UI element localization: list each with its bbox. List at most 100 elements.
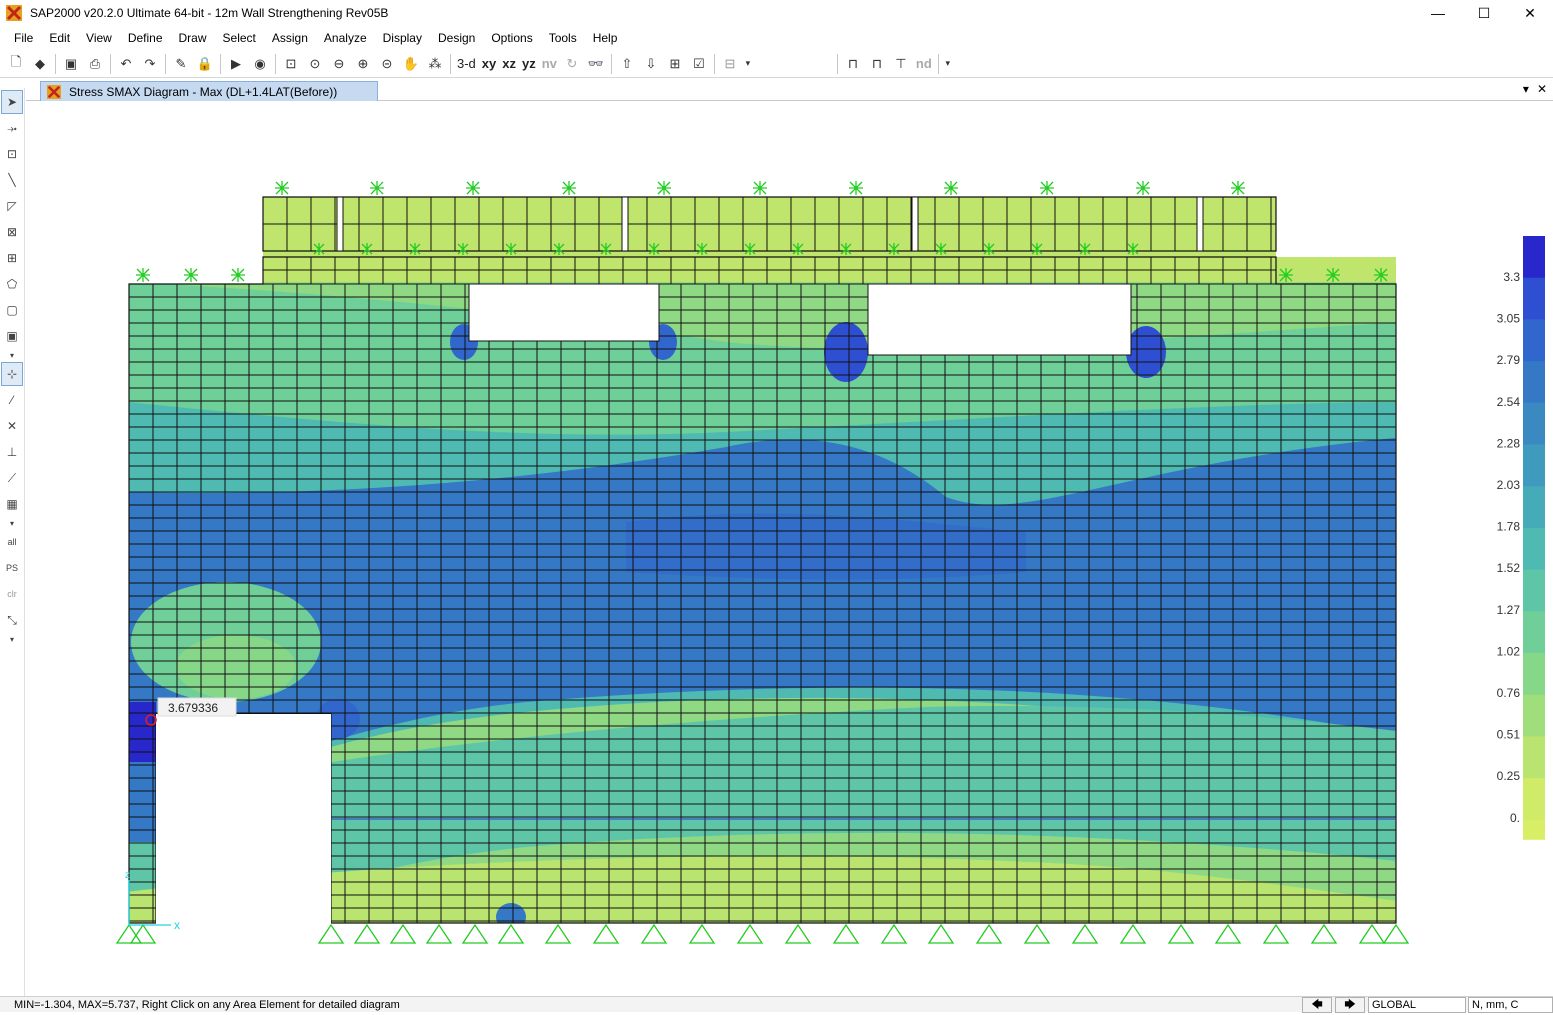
select-all-button[interactable]: all <box>1 530 23 554</box>
lock-icon[interactable]: 🔒 <box>193 52 217 76</box>
tab-close-icon[interactable]: ✕ <box>1537 82 1547 96</box>
snap-intersections-icon[interactable]: ✕ <box>1 414 23 438</box>
redo-icon[interactable]: ↷ <box>138 52 162 76</box>
legend-tick-label: 2.79 <box>1497 353 1521 367</box>
snap-grid-icon[interactable]: ▦ <box>1 492 23 516</box>
move-down-icon[interactable]: ⇩ <box>639 52 663 76</box>
window-title: SAP2000 v20.2.0 Ultimate 64-bit - 12m Wa… <box>30 6 389 20</box>
more-tools-arrow-icon[interactable]: ▾ <box>1 350 23 360</box>
undo-icon[interactable]: ↶ <box>114 52 138 76</box>
zoom-fit-icon[interactable]: ⊙ <box>303 52 327 76</box>
menu-define[interactable]: Define <box>120 27 171 49</box>
menu-help[interactable]: Help <box>585 27 626 49</box>
model-view-canvas[interactable]: 3.679336 x z 3.3 3.05 2.79 2.54 2.28 2.03 1.78… <box>26 102 1553 995</box>
snap-points-icon[interactable]: ⊹ <box>1 362 23 386</box>
dropdown-arrow-icon[interactable]: ▾ <box>742 52 754 76</box>
maximize-button[interactable]: ☐ <box>1461 0 1507 26</box>
rotate-icon[interactable]: ↻ <box>560 52 584 76</box>
draw-rect-area-icon[interactable]: ⊞ <box>1 246 23 270</box>
open-icon[interactable]: ◆ <box>28 52 52 76</box>
save-icon[interactable]: ▣ <box>59 52 83 76</box>
zoom-in-icon[interactable]: ⊕ <box>351 52 375 76</box>
previous-step-icon[interactable]: 🡄 <box>1302 997 1332 1013</box>
draw-poly-area-icon[interactable]: ⬠ <box>1 272 23 296</box>
more-select-arrow-icon[interactable]: ▾ <box>1 634 23 644</box>
run-analysis-icon[interactable]: ▶ <box>224 52 248 76</box>
menu-assign[interactable]: Assign <box>264 27 316 49</box>
perspective-icon[interactable]: 👓 <box>584 52 608 76</box>
legend-color-swatch <box>1523 736 1545 779</box>
walk-icon[interactable]: ⁂ <box>423 52 447 76</box>
previous-selection-button[interactable]: PS <box>1 556 23 580</box>
move-up-icon[interactable]: ⇧ <box>615 52 639 76</box>
menu-select[interactable]: Select <box>215 27 264 49</box>
pin-support-icon <box>640 923 668 944</box>
draw-joint-icon[interactable]: ⊡ <box>1 142 23 166</box>
zoom-previous-icon[interactable]: ⊖ <box>327 52 351 76</box>
spring-support-icon <box>231 268 245 282</box>
snap-extension-icon[interactable]: ⟋ <box>1 466 23 490</box>
spring-support-icon <box>370 181 384 195</box>
tab-dropdown-icon[interactable]: ▾ <box>1523 82 1529 96</box>
more-snaps-arrow-icon[interactable]: ▾ <box>1 518 23 528</box>
view-3d-button[interactable]: 3-d <box>454 52 479 76</box>
view-yz-button[interactable]: yz <box>519 52 539 76</box>
legend-tick-label: 3.05 <box>1497 312 1521 326</box>
quick-draw-area-icon[interactable]: ⊠ <box>1 220 23 244</box>
pin-support-icon <box>389 923 417 944</box>
grid-options-icon[interactable]: ⊟ <box>718 52 742 76</box>
new-model-icon[interactable]: 🗋 <box>4 52 28 76</box>
run-now-icon[interactable]: ◉ <box>248 52 272 76</box>
print-icon[interactable]: ⎙ <box>83 52 107 76</box>
zoom-window-icon[interactable]: ⊡ <box>279 52 303 76</box>
reshape-icon[interactable]: ⤞ <box>1 116 23 140</box>
check-icon[interactable]: ☑ <box>687 52 711 76</box>
toolbar-separator <box>610 53 612 74</box>
pan-hand-icon[interactable]: ✋ <box>399 52 423 76</box>
toolbar-separator <box>275 53 276 74</box>
legend-tick-label: 0. <box>1510 811 1520 825</box>
menu-options[interactable]: Options <box>483 27 540 49</box>
quick-draw-solid-icon[interactable]: ▣ <box>1 324 23 348</box>
menu-edit[interactable]: Edit <box>41 27 78 49</box>
draw-solid-icon[interactable]: ▢ <box>1 298 23 322</box>
frame-moment-icon[interactable]: ⊓ <box>865 52 889 76</box>
pin-support-icon <box>1167 923 1195 944</box>
dropdown-arrow-icon[interactable]: ▾ <box>942 52 954 76</box>
snap-lines-icon[interactable]: ⁄ <box>1 388 23 412</box>
coordinate-system-select[interactable]: GLOBAL <box>1368 997 1466 1013</box>
pencil-icon[interactable]: ✎ <box>169 52 193 76</box>
tab-stress-diagram[interactable]: Stress SMAX Diagram - Max (DL+1.4LAT(Bef… <box>40 81 378 101</box>
menu-view[interactable]: View <box>78 27 120 49</box>
draw-area-icon[interactable]: ◸ <box>1 194 23 218</box>
snap-perpendicular-icon[interactable]: ⊥ <box>1 440 23 464</box>
node-display-button[interactable]: nd <box>913 52 935 76</box>
stress-legend: 3.3 3.05 2.79 2.54 2.28 2.03 1.78 1.52 1.27 1.02 0… <box>1497 236 1545 840</box>
next-step-icon[interactable]: 🡆 <box>1335 997 1365 1013</box>
view-nv-button[interactable]: nv <box>539 52 560 76</box>
menu-display[interactable]: Display <box>375 27 430 49</box>
pin-support-icon <box>784 923 812 944</box>
intersecting-line-select-icon[interactable]: ⤡ <box>1 608 23 632</box>
view-xz-button[interactable]: xz <box>499 52 519 76</box>
close-button[interactable]: ✕ <box>1507 0 1553 26</box>
minimize-button[interactable]: — <box>1415 0 1461 26</box>
frame-icon[interactable]: ⊓ <box>841 52 865 76</box>
stress-contour-diagram[interactable]: 3.679336 x z 3.3 3.05 2.79 2.54 2.28 2.03 1.78… <box>26 102 1553 995</box>
menu-analyze[interactable]: Analyze <box>316 27 375 49</box>
draw-frame-icon[interactable]: ╲ <box>1 168 23 192</box>
pin-support-icon <box>927 923 955 944</box>
menu-tools[interactable]: Tools <box>541 27 585 49</box>
units-select[interactable]: N, mm, C <box>1468 997 1553 1013</box>
toolbar-separator <box>450 53 451 74</box>
set-display-options-icon[interactable]: ⊞ <box>663 52 687 76</box>
pointer-icon[interactable]: ➤ <box>1 90 23 114</box>
view-xy-button[interactable]: xy <box>479 52 499 76</box>
menu-design[interactable]: Design <box>430 27 483 49</box>
clear-selection-button[interactable]: clr <box>1 582 23 606</box>
menu-draw[interactable]: Draw <box>171 27 215 49</box>
beam-icon[interactable]: ⊤ <box>889 52 913 76</box>
zoom-out-icon[interactable]: ⊝ <box>375 52 399 76</box>
menu-file[interactable]: File <box>6 27 41 49</box>
pin-support-icon <box>592 923 620 944</box>
